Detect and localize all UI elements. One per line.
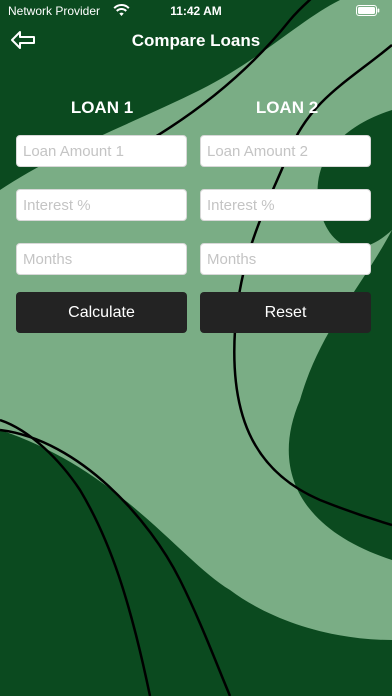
loan2-interest-input[interactable]: [200, 189, 371, 221]
calculate-button[interactable]: Calculate: [16, 292, 187, 333]
loan2-heading: LOAN 2: [255, 98, 319, 117]
loan1-heading: LOAN 1: [70, 98, 134, 117]
status-bar: Network Provider 11:42 AM: [0, 0, 392, 24]
page-title: Compare Loans: [131, 31, 261, 50]
loan1-months-input[interactable]: [16, 243, 187, 275]
status-time: 11:42 AM: [170, 4, 222, 18]
nav-header: Compare Loans: [0, 26, 392, 58]
reset-button[interactable]: Reset: [200, 292, 371, 333]
loan2-amount-input[interactable]: [200, 135, 371, 167]
loan1-interest-input[interactable]: [16, 189, 187, 221]
loan2-months-input[interactable]: [200, 243, 371, 275]
battery-icon: [356, 5, 380, 16]
loan1-amount-input[interactable]: [16, 135, 187, 167]
